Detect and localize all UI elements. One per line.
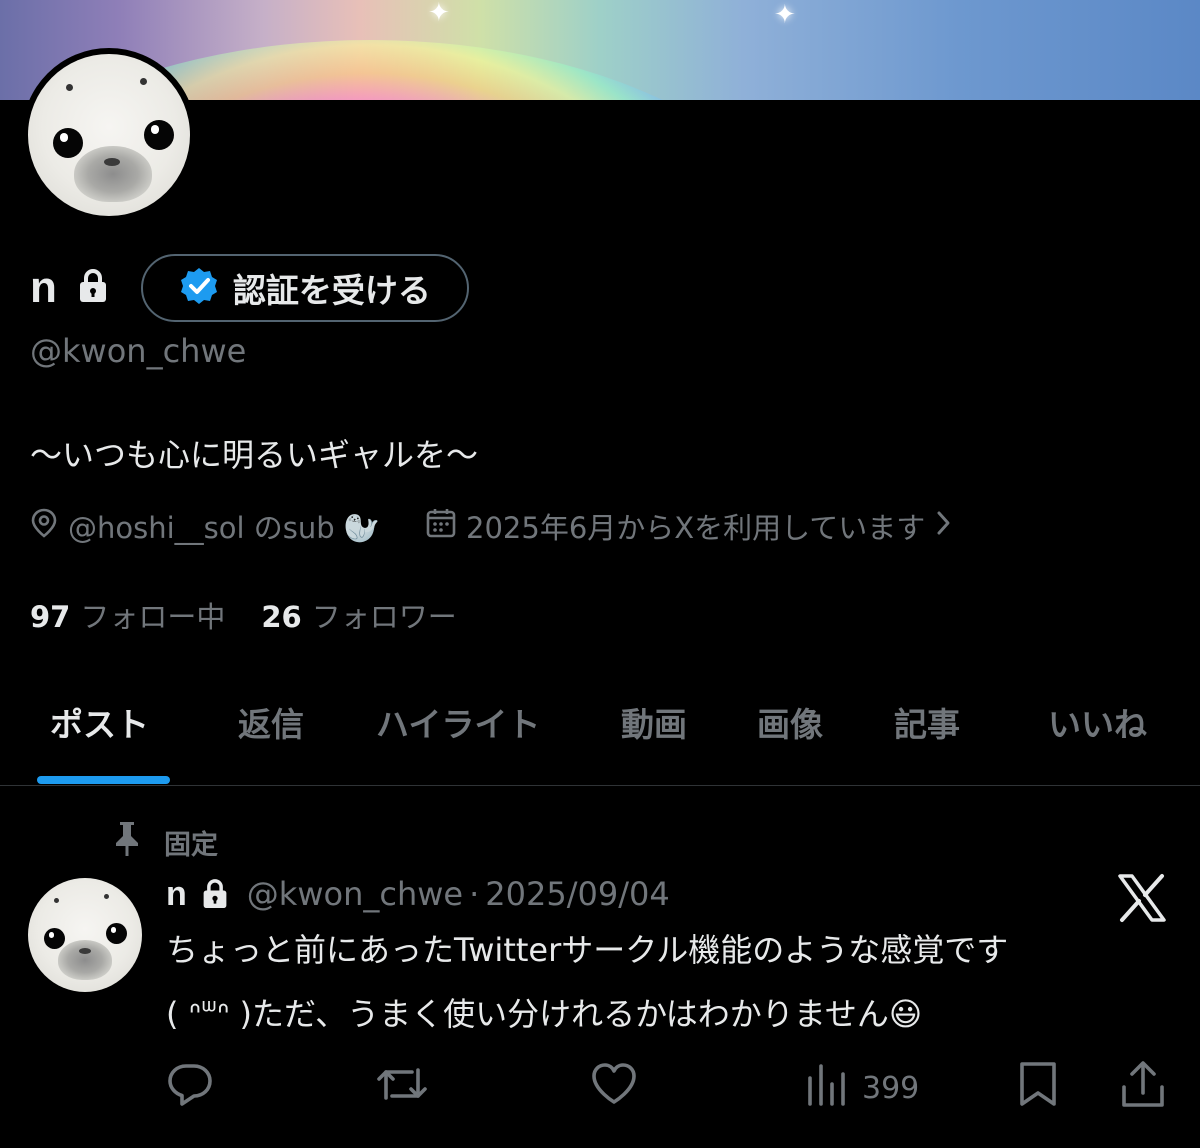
post-separator: · [469,875,480,913]
reply-icon [166,1060,214,1116]
views-icon [804,1060,848,1116]
profile-location: @hoshi__sol のsub 🦭 [30,505,380,547]
profile-tabs: ポスト 返信 ハイライト 動画 画像 記事 いいね [0,680,1200,786]
active-tab-indicator [37,776,170,784]
profile-bio: 〜いつも心に明るいギャルを〜 [30,436,479,474]
post-author-handle[interactable]: @kwon_chwe [247,875,463,913]
repost-button[interactable] [376,1060,428,1116]
share-button[interactable] [1120,1060,1166,1116]
post-author-avatar[interactable] [28,878,142,992]
x-logo-icon [1116,872,1168,924]
joined-text: 2025年6月からXを利用しています [466,511,926,545]
post-text-line: ちょっと前にあったTwitterサークル機能のような感覚です [166,931,1009,969]
post-actions: 399 [0,1060,1200,1116]
sparkle-icon: ✦ [774,0,796,30]
like-icon [590,1060,638,1116]
pin-icon [112,820,142,865]
get-verified-button[interactable]: 認証を受ける [140,254,469,322]
tab-replies[interactable]: 返信 [238,698,304,746]
views-button[interactable]: 399 [804,1060,919,1116]
lock-icon [77,268,109,308]
post-text: ちょっと前にあったTwitterサークル機能のような感覚です ( ᐢᐜᐢ )ただ… [166,922,1166,1042]
location-text[interactable]: @hoshi__sol のsub 🦭 [68,505,380,547]
location-pin-icon [30,508,58,545]
lock-icon [201,878,229,910]
get-verified-label: 認証を受ける [232,271,431,310]
reply-button[interactable] [166,1060,214,1116]
post-author-name[interactable]: n [166,875,187,914]
follow-stats: 97 フォロー中 26 フォロワー [30,594,457,636]
tab-images[interactable]: 画像 [757,698,823,746]
chevron-right-icon [935,509,953,544]
tab-videos[interactable]: 動画 [621,698,687,746]
bookmark-icon [1016,1060,1060,1116]
views-count: 399 [862,1070,920,1106]
seal-avatar-image [28,878,142,992]
share-icon [1120,1059,1166,1117]
profile-name-row: n 認証を受ける [30,252,469,324]
tab-highlights[interactable]: ハイライト [376,698,540,746]
bookmark-button[interactable] [1016,1060,1060,1116]
following-count: 97 [30,600,71,634]
calendar-icon [426,508,456,545]
verified-badge-icon [179,266,219,310]
profile-handle: @kwon_chwe [30,332,247,370]
following-link[interactable]: 97 フォロー中 [30,594,225,636]
like-button[interactable] [590,1060,638,1116]
tab-likes[interactable]: いいね [1048,698,1147,746]
followers-link[interactable]: 26 フォロワー [261,594,456,636]
pinned-label: 固定 [164,830,218,861]
repost-icon [376,1060,428,1116]
profile-avatar[interactable] [22,48,196,222]
display-name: n [30,263,57,312]
pinned-indicator: 固定 [112,820,218,865]
tab-posts[interactable]: ポスト [50,698,149,746]
post-text-line: ( ᐢᐜᐢ )ただ、うまく使い分けれるかはわかりません😃 [166,995,923,1033]
followers-count: 26 [261,600,302,634]
sparkle-icon: ✦ [428,0,450,28]
tab-articles[interactable]: 記事 [894,698,960,746]
seal-avatar-image [28,54,190,216]
profile-joined[interactable]: 2025年6月からXを利用しています [426,505,953,547]
post-header: n @kwon_chwe · 2025/09/04 [166,872,670,916]
following-label: フォロー中 [80,600,226,634]
post-date[interactable]: 2025/09/04 [485,875,669,913]
followers-label: フォロワー [311,600,457,634]
profile-meta: @hoshi__sol のsub 🦭 2025年6月からXを利用しています [30,506,953,546]
